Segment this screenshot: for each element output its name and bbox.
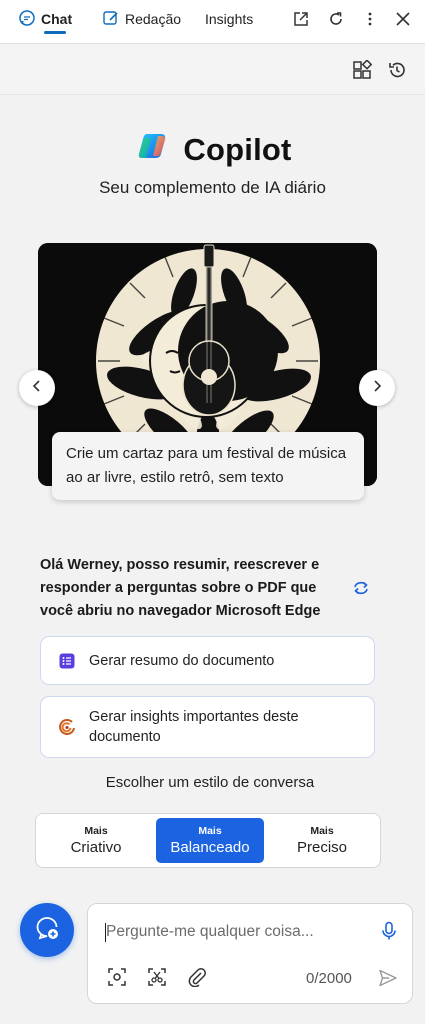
new-chat-icon xyxy=(34,915,60,946)
more-options-icon[interactable] xyxy=(359,8,381,30)
copilot-logo-icon xyxy=(133,128,171,171)
style-option-prefix: Mais xyxy=(198,825,222,837)
brand-subtitle: Seu complemento de IA diário xyxy=(99,178,326,197)
tab-insights[interactable]: Insights xyxy=(205,0,253,38)
style-option-prefix: Mais xyxy=(84,825,108,837)
carousel-prev-button[interactable] xyxy=(19,370,55,406)
style-option-label: Criativo xyxy=(70,839,122,856)
tab-insights-label: Insights xyxy=(205,11,254,27)
suggestion-generate-insights[interactable]: Gerar insights importantes deste documen… xyxy=(40,696,375,758)
send-icon[interactable] xyxy=(377,967,399,989)
character-counter: 0/2000 xyxy=(306,970,352,987)
suggestion-label: Gerar resumo do documento xyxy=(89,652,275,669)
suggestion-summarize-document[interactable]: Gerar resumo do documento xyxy=(40,636,375,685)
tab-redacao[interactable]: Redação xyxy=(102,0,181,38)
chat-composer: 0/2000 xyxy=(87,903,413,1004)
attachment-icon[interactable] xyxy=(186,966,208,988)
tab-chat-label: Chat xyxy=(41,11,73,27)
style-option-prefix: Mais xyxy=(310,825,334,837)
new-topic-button[interactable] xyxy=(20,903,74,957)
visual-search-icon[interactable] xyxy=(106,966,128,988)
style-option-precise[interactable]: Mais Preciso xyxy=(268,818,376,863)
top-tab-bar: Chat Redação Insights xyxy=(0,0,425,44)
suggestion-label: Gerar insights importantes deste documen… xyxy=(89,709,299,745)
insights-icon xyxy=(55,715,79,739)
style-option-balanced[interactable]: Mais Balanceado xyxy=(156,818,264,863)
screenshot-icon[interactable] xyxy=(146,966,168,988)
style-option-label: Preciso xyxy=(296,839,348,856)
brand-header: Copilot xyxy=(0,128,425,171)
carousel-next-button[interactable] xyxy=(359,370,395,406)
open-in-new-window-icon[interactable] xyxy=(290,8,312,30)
secondary-toolbar xyxy=(0,45,425,95)
conversation-style-selector: Mais Criativo Mais Balanceado Mais Preci… xyxy=(35,813,381,868)
chat-input[interactable] xyxy=(106,920,366,944)
microphone-icon[interactable] xyxy=(378,920,400,942)
carousel-prompt-caption[interactable]: Crie um cartaz para um festival de músic… xyxy=(52,432,364,500)
tab-redacao-label: Redação xyxy=(125,11,182,27)
history-icon[interactable] xyxy=(386,59,408,81)
style-option-creative[interactable]: Mais Criativo xyxy=(42,818,150,863)
refresh-suggestions-icon[interactable] xyxy=(350,577,372,599)
chat-bubble-icon xyxy=(18,9,36,30)
brand-name: Copilot xyxy=(183,131,292,167)
greeting-message: Olá Werney, posso resumir, reescrever e … xyxy=(40,557,321,619)
chevron-right-icon xyxy=(370,379,384,398)
conversation-style-title: Escolher um estilo de conversa xyxy=(105,774,315,791)
refresh-icon[interactable] xyxy=(325,8,347,30)
plugins-icon[interactable] xyxy=(351,59,373,81)
list-icon xyxy=(55,649,79,673)
chevron-left-icon xyxy=(30,379,44,398)
close-icon[interactable] xyxy=(392,8,414,30)
style-option-label: Balanceado xyxy=(170,839,250,856)
compose-icon xyxy=(102,9,120,30)
tab-chat[interactable]: Chat xyxy=(18,0,72,38)
text-caret xyxy=(105,923,106,942)
active-tab-indicator xyxy=(44,31,66,34)
